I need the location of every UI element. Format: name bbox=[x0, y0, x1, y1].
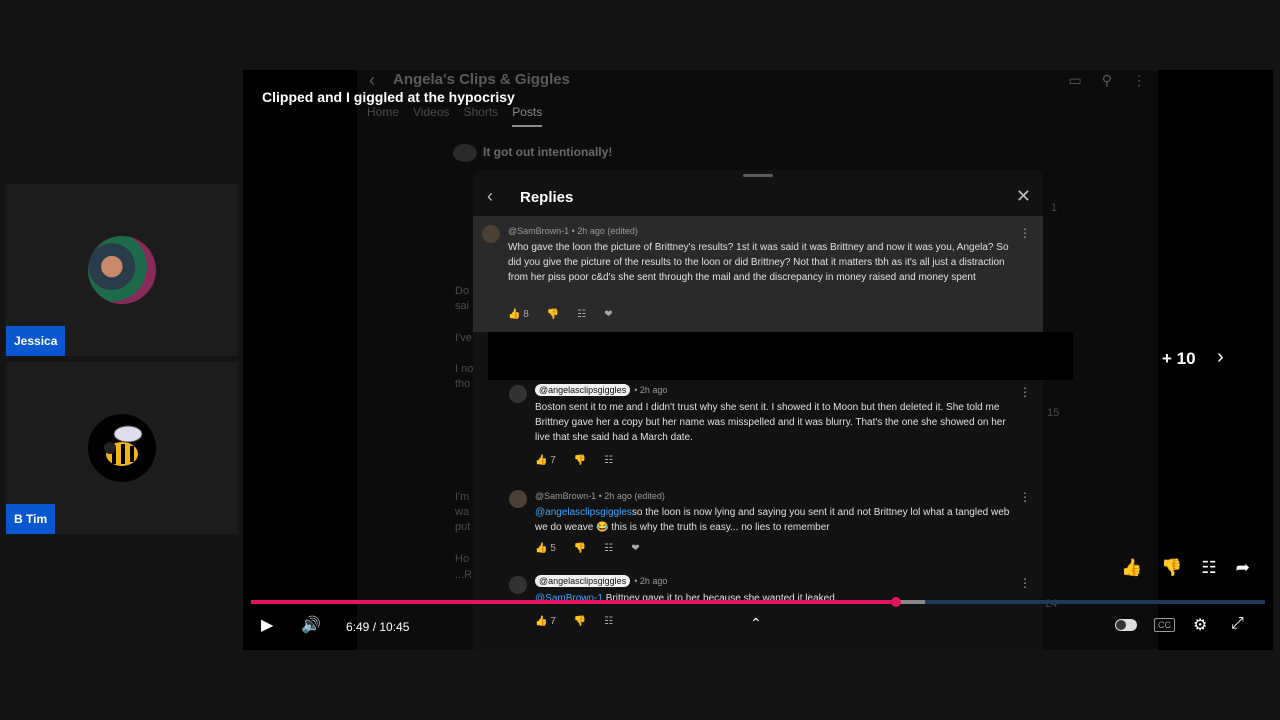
dislike-icon[interactable]: 👎 bbox=[547, 309, 559, 320]
progress-bar[interactable] bbox=[251, 597, 1265, 607]
video-title: Clipped and I giggled at the hypocrisy bbox=[262, 89, 515, 105]
participant-tile-jessica[interactable]: Jessica bbox=[6, 184, 238, 356]
mention-link[interactable]: @angelasclipsgiggles bbox=[535, 507, 632, 518]
owner-badge: @angelasclipsgiggles bbox=[535, 575, 631, 587]
post-text: It got out intentionally! bbox=[453, 144, 612, 162]
tab-posts: Posts bbox=[512, 105, 543, 127]
tab-home: Home bbox=[367, 105, 400, 119]
participant-name: B Tim bbox=[6, 504, 56, 534]
like-icon[interactable]: 👍 bbox=[1121, 558, 1142, 578]
bg-snippet: Ho bbox=[455, 553, 470, 565]
more-options-icon[interactable]: ⋮ bbox=[1019, 490, 1031, 504]
comment-icon[interactable]: ☷ bbox=[1201, 558, 1216, 578]
reply-meta: @angelasclipsgiggles • 2h ago bbox=[535, 384, 667, 396]
back-arrow-icon[interactable]: ‹ bbox=[487, 186, 493, 207]
time-display: 6:49 / 10:45 bbox=[346, 620, 410, 634]
chevron-right-icon[interactable]: › bbox=[1217, 346, 1224, 369]
avatar bbox=[509, 576, 527, 594]
comment-meta: @SamBrown-1 • 2h ago (edited) bbox=[508, 226, 638, 236]
play-icon[interactable]: ▶ bbox=[261, 615, 273, 635]
avatar bbox=[509, 385, 527, 403]
channel-tabs: Home Videos Shorts Posts bbox=[367, 105, 543, 127]
more-options-icon[interactable]: ⋮ bbox=[1019, 576, 1031, 590]
like-button[interactable]: 👍 8 bbox=[508, 309, 529, 320]
bg-count: 1 bbox=[1051, 202, 1058, 214]
reply-item: @angelasclipsgiggles • 2h ago ⋮ Boston se… bbox=[473, 380, 1043, 480]
drag-handle[interactable] bbox=[743, 174, 773, 177]
avatar bbox=[482, 225, 500, 243]
volume-icon[interactable]: 🔊 bbox=[301, 615, 321, 635]
bg-count: 15 bbox=[1047, 407, 1060, 419]
jessica-avatar bbox=[88, 236, 156, 304]
bg-snippet: I've bbox=[455, 332, 472, 344]
bee-avatar bbox=[88, 414, 156, 482]
bg-snippet: wa bbox=[455, 506, 470, 518]
bg-snippet: I'm bbox=[455, 491, 470, 503]
player-controls: ▶ 🔊 6:49 / 10:45 ⌃ CC ⚙ ⤢ bbox=[243, 615, 1273, 639]
redaction-bar bbox=[488, 332, 1073, 380]
dislike-icon[interactable]: 👎 bbox=[1161, 558, 1182, 578]
back-chevron-icon: ‹ bbox=[369, 70, 375, 90]
bg-snippet: sai bbox=[455, 300, 470, 312]
bg-snippet: ...R bbox=[455, 569, 473, 581]
reply-actions: 👍 5 👎 ☷ ❤ bbox=[535, 543, 640, 554]
tab-shorts: Shorts bbox=[463, 105, 499, 119]
reaction-bar: 👍 👎 ☷ ➦ bbox=[1121, 558, 1250, 578]
exit-fullscreen-icon[interactable]: ⤢ bbox=[1231, 615, 1244, 633]
bg-snippet: Do bbox=[455, 285, 470, 297]
channel-title: Angela's Clips & Giggles bbox=[393, 71, 570, 88]
video-player[interactable]: ‹ Angela's Clips & Giggles Home Videos S… bbox=[243, 70, 1273, 650]
captions-icon[interactable]: CC bbox=[1154, 618, 1175, 632]
reply-item: @SamBrown-1 • 2h ago (edited) ⋮ @angelas… bbox=[473, 488, 1043, 568]
reply-icon[interactable]: ☷ bbox=[604, 455, 613, 466]
comment-actions: 👍 8 👎 ☷ ❤ bbox=[508, 309, 613, 320]
participant-name: Jessica bbox=[6, 326, 66, 356]
scrubber-handle[interactable] bbox=[890, 597, 901, 607]
reply-text: @angelasclipsgigglesso the loon is now l… bbox=[535, 507, 1010, 533]
reply-meta: @SamBrown-1 • 2h ago (edited) bbox=[535, 491, 665, 501]
dislike-icon[interactable]: 👎 bbox=[574, 455, 586, 466]
tab-videos: Videos bbox=[413, 105, 450, 119]
more-icon: ⋮ bbox=[1132, 72, 1146, 88]
replies-title: Replies bbox=[520, 189, 574, 206]
reply-icon[interactable]: ☷ bbox=[577, 309, 586, 320]
yt-top-icons: ▭ ⚲ ⋮ bbox=[1069, 72, 1147, 89]
dislike-icon[interactable]: 👎 bbox=[574, 543, 586, 554]
participant-tile-b-tim[interactable]: B Tim bbox=[6, 362, 238, 534]
bg-snippet: I no bbox=[455, 363, 474, 375]
like-button[interactable]: 👍 7 bbox=[535, 455, 556, 466]
reply-meta: @angelasclipsgiggles • 2h ago bbox=[535, 575, 667, 587]
reply-text: Boston sent it to me and I didn't trust … bbox=[535, 402, 1006, 443]
reply-icon[interactable]: ☷ bbox=[604, 543, 613, 554]
played-bar bbox=[251, 600, 896, 604]
comment-text: Who gave the loon the picture of Brittne… bbox=[508, 242, 1009, 283]
bg-snippet: put bbox=[455, 521, 471, 533]
creator-heart-icon: ❤ bbox=[631, 543, 640, 554]
owner-badge: @angelasclipsgiggles bbox=[535, 384, 631, 396]
close-icon[interactable]: ✕ bbox=[1016, 186, 1031, 207]
replies-header: ‹ Replies ✕ bbox=[473, 184, 1043, 214]
more-options-icon[interactable]: ⋮ bbox=[1019, 226, 1031, 240]
bg-snippet: tho bbox=[455, 378, 471, 390]
avatar bbox=[509, 490, 527, 508]
settings-icon[interactable]: ⚙ bbox=[1193, 615, 1207, 635]
chevron-up-icon[interactable]: ⌃ bbox=[750, 615, 762, 632]
search-icon: ⚲ bbox=[1101, 72, 1112, 88]
creator-heart-icon: ❤ bbox=[604, 309, 613, 320]
parent-comment: @SamBrown-1 • 2h ago (edited) ⋮ Who gave… bbox=[473, 216, 1043, 332]
autoplay-toggle[interactable] bbox=[1115, 619, 1137, 631]
more-options-icon[interactable]: ⋮ bbox=[1019, 385, 1031, 399]
like-button[interactable]: 👍 5 bbox=[535, 543, 556, 554]
skip-forward-label[interactable]: + 10 bbox=[1162, 349, 1196, 369]
cast-icon: ▭ bbox=[1068, 72, 1082, 88]
replies-list: @angelasclipsgiggles • 2h ago ⋮ Boston se… bbox=[473, 380, 1043, 650]
share-icon[interactable]: ➦ bbox=[1236, 558, 1250, 578]
reply-actions: 👍 7 👎 ☷ bbox=[535, 455, 613, 466]
